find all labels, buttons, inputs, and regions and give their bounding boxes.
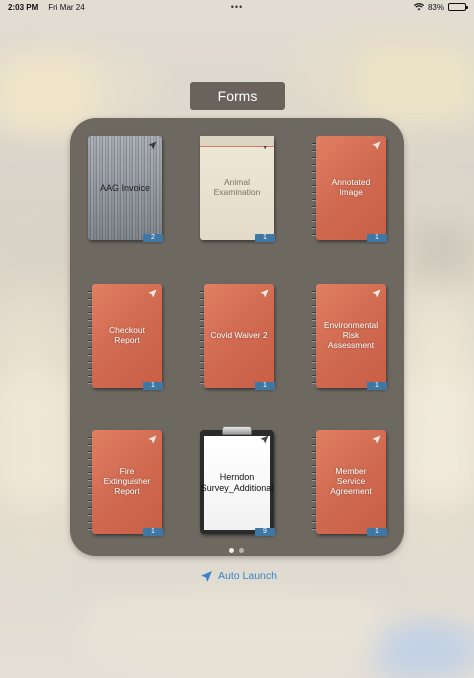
form-count-badge: 1 [255, 382, 275, 390]
form-count-badge: 9 [255, 528, 275, 536]
form-tile[interactable]: Herndon Survey_Additional 9 [200, 426, 275, 536]
folder-title[interactable]: Forms [190, 82, 285, 110]
form-tile[interactable]: Fire Extinguisher Report 1 [88, 430, 163, 536]
status-bar: 2:03 PM Fri Mar 24 ••• 83% [0, 0, 474, 14]
form-count-badge: 1 [143, 528, 163, 536]
status-right: 83% [413, 2, 468, 12]
status-time: 2:03 PM [8, 2, 39, 12]
battery-percent: 83% [427, 2, 444, 12]
form-tile[interactable]: Environmental Risk Assessment 1 [312, 284, 387, 390]
form-cover[interactable]: Animal Examination [200, 136, 274, 240]
form-count-badge: 2 [143, 234, 163, 242]
location-arrow-icon [148, 289, 157, 298]
form-count-badge: 1 [367, 234, 387, 242]
form-count-badge: 1 [143, 382, 163, 390]
form-name: Member Service Agreement [330, 466, 372, 496]
form-tile[interactable]: AAG Invoice 2 [88, 136, 163, 242]
form-tile[interactable]: Checkout Report 1 [88, 284, 163, 390]
form-name: Environmental Risk Assessment [323, 320, 379, 350]
page-indicator[interactable] [229, 548, 244, 553]
auto-launch-button[interactable]: Auto Launch [200, 568, 277, 584]
form-tile[interactable]: Member Service Agreement 1 [312, 430, 387, 536]
form-name: Annotated Image [331, 177, 371, 197]
form-name: AAG Invoice [99, 182, 151, 193]
folder-panel: AAG Invoice 2 Animal Examination 1 Annotated… [70, 118, 404, 556]
clipboard-clip [222, 426, 252, 435]
form-tile[interactable]: Covid Waiver 2 1 [200, 284, 275, 390]
wifi-icon [413, 3, 424, 11]
location-arrow-icon [260, 435, 269, 444]
form-tile[interactable]: Annotated Image 1 [312, 136, 387, 242]
location-arrow-icon [372, 435, 381, 444]
form-name: Animal Examination [213, 177, 261, 197]
form-cover[interactable]: Annotated Image [316, 136, 386, 240]
form-cover[interactable]: Fire Extinguisher Report [92, 430, 162, 534]
location-arrow-icon [372, 141, 381, 150]
location-arrow-icon [148, 435, 157, 444]
form-cover[interactable]: AAG Invoice [88, 136, 162, 240]
form-name: Fire Extinguisher Report [103, 466, 151, 496]
page-dot-1[interactable] [229, 548, 234, 553]
location-arrow-icon [148, 141, 157, 150]
form-cover[interactable]: Herndon Survey_Additional [200, 426, 274, 534]
multitasking-dots-icon[interactable]: ••• [231, 2, 243, 12]
form-tile[interactable]: Animal Examination 1 [200, 136, 275, 242]
battery-icon [448, 3, 468, 11]
form-cover[interactable]: Environmental Risk Assessment [316, 284, 386, 388]
form-name: Covid Waiver 2 [210, 330, 268, 341]
form-count-badge: 1 [255, 234, 275, 242]
location-arrow-icon [201, 570, 212, 582]
location-arrow-icon [372, 289, 381, 298]
form-cover[interactable]: Member Service Agreement [316, 430, 386, 534]
form-cover[interactable]: Checkout Report [92, 284, 162, 388]
form-name: Checkout Report [109, 325, 145, 345]
auto-launch-label: Auto Launch [218, 570, 277, 582]
form-count-badge: 1 [367, 528, 387, 536]
page-dot-2[interactable] [239, 548, 244, 553]
form-name: Herndon Survey_Additional [200, 472, 274, 493]
clipboard-paper: Herndon Survey_Additional [201, 436, 273, 530]
form-count-badge: 1 [367, 382, 387, 390]
form-cover[interactable]: Covid Waiver 2 [204, 284, 274, 388]
status-date: Fri Mar 24 [48, 2, 85, 12]
location-arrow-icon [260, 141, 269, 150]
location-arrow-icon [260, 289, 269, 298]
